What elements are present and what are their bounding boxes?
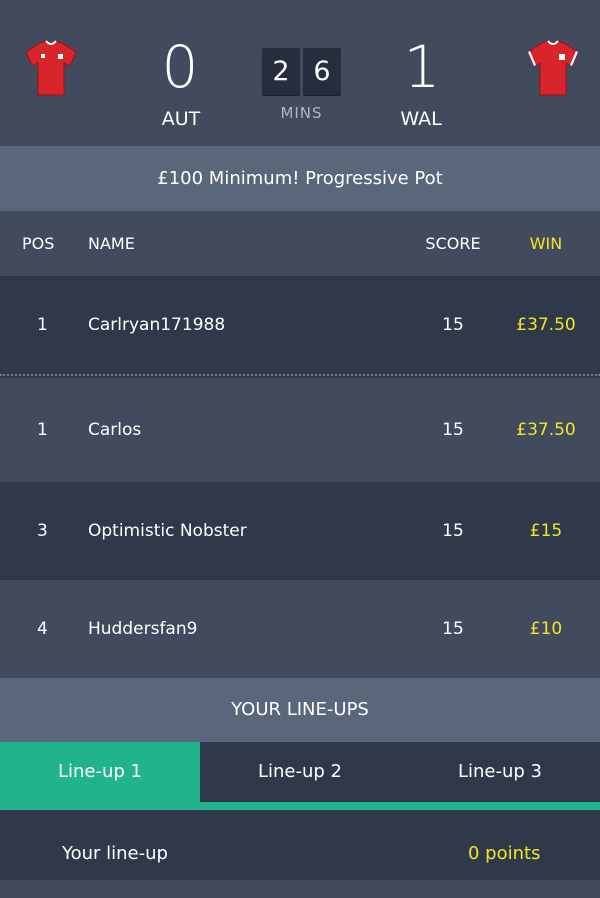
leaderboard-header: POS NAME SCORE WIN (0, 211, 600, 276)
header-score: SCORE (425, 234, 481, 253)
home-shirt-icon (25, 40, 77, 96)
row-name: Huddersfan9 (88, 619, 198, 639)
match-header: 0 AUT 2 6 MINS 1 WAL (0, 0, 600, 146)
tab-lineup-2[interactable]: Line-up 2 (200, 742, 400, 802)
lineup-summary[interactable]: Your line-up 0 points (0, 810, 600, 880)
clock-label: MINS (280, 104, 323, 122)
row-name: Carlryan171988 (88, 315, 226, 335)
row-win: £37.50 (516, 420, 576, 440)
leaderboard-row[interactable]: 3 Optimistic Nobster 15 £15 (0, 482, 600, 580)
away-shirt-icon (527, 40, 579, 96)
header-win: WIN (529, 234, 563, 253)
tab-indicator-rule (0, 802, 600, 810)
row-win: £10 (529, 619, 563, 639)
leaderboard-row[interactable]: 4 Huddersfan9 15 £10 (0, 580, 600, 678)
row-score: 15 (442, 619, 464, 639)
leaderboard-row[interactable]: 1 Carlryan171988 15 £37.50 (0, 276, 600, 374)
tab-lineup-1[interactable]: Line-up 1 (0, 742, 200, 802)
row-pos: 4 (37, 619, 48, 639)
home-score: 0 (161, 33, 199, 101)
lineup-label: Your line-up (62, 843, 168, 864)
tab-lineup-3[interactable]: Line-up 3 (400, 742, 600, 802)
header-name: NAME (88, 234, 135, 253)
row-name: Carlos (88, 420, 142, 440)
clock-digit: 6 (303, 48, 341, 96)
lineup-points: 0 points (468, 843, 541, 864)
row-name: Optimistic Nobster (88, 521, 247, 541)
header-pos: POS (22, 234, 55, 253)
away-score: 1 (403, 33, 441, 101)
row-pos: 1 (37, 420, 48, 440)
away-team-label: WAL (400, 108, 442, 130)
row-win: £37.50 (516, 315, 576, 335)
home-team-label: AUT (161, 108, 201, 130)
leaderboard-row[interactable]: 1 Carlos 15 £37.50 (0, 378, 600, 482)
row-score: 15 (442, 420, 464, 440)
pot-banner: £100 Minimum! Progressive Pot (0, 146, 600, 211)
row-win: £15 (529, 521, 563, 541)
row-score: 15 (442, 315, 464, 335)
lineup-tabs: Line-up 1 Line-up 2 Line-up 3 (0, 742, 600, 802)
row-pos: 3 (37, 521, 48, 541)
match-clock: 2 6 (262, 48, 341, 96)
row-pos: 1 (37, 315, 48, 335)
row-score: 15 (442, 521, 464, 541)
clock-digit: 2 (262, 48, 300, 96)
lineups-title: YOUR LINE-UPS (0, 678, 600, 742)
